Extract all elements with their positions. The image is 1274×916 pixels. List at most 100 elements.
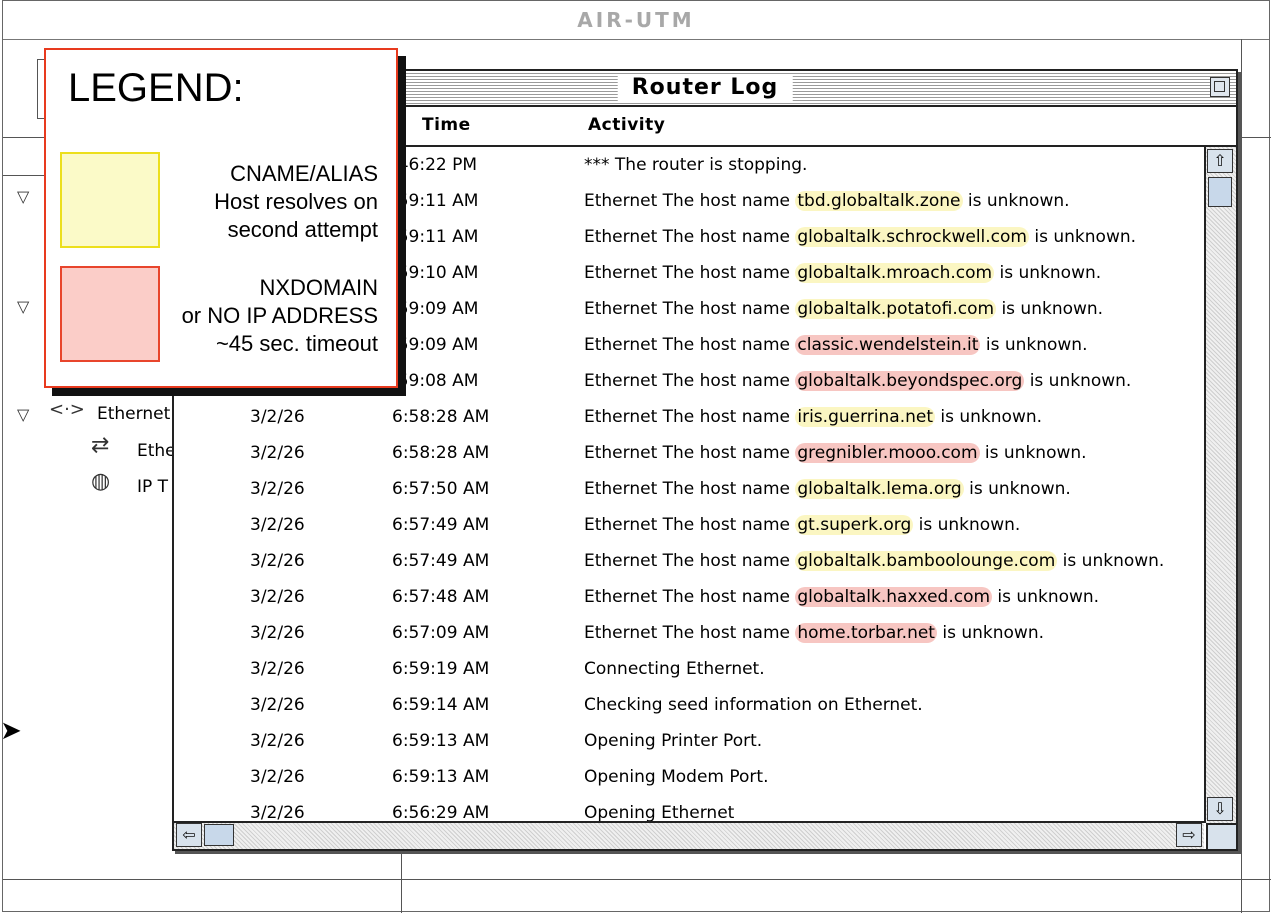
cell-time: :59:10 AM bbox=[392, 263, 479, 283]
table-row[interactable]: 3/2/26 6:57:50 AM Ethernet The host name g… bbox=[174, 471, 1204, 507]
tree-item-ip[interactable]: IP T bbox=[137, 477, 168, 497]
cell-time: :59:09 AM bbox=[392, 299, 479, 319]
cell-time: 6:57:49 AM bbox=[392, 515, 490, 535]
cell-activity: Connecting Ethernet. bbox=[584, 659, 765, 679]
activity-text: Ethernet The host name bbox=[584, 227, 796, 247]
host-name: home.torbar.net bbox=[795, 623, 937, 643]
window-title: Router Log bbox=[617, 74, 793, 102]
cell-time: 6:59:13 AM bbox=[392, 767, 490, 787]
cell-activity: Ethernet The host name globaltalk.bamboo… bbox=[584, 551, 1164, 571]
cell-activity: Ethernet The host name globaltalk.lema.o… bbox=[584, 479, 1071, 499]
table-row[interactable]: 3/2/26 6:59:19 AM Connecting Ethernet. bbox=[174, 651, 1204, 687]
cell-time: :59:09 AM bbox=[392, 335, 479, 355]
column-activity[interactable]: Activity bbox=[588, 115, 665, 135]
host-name: tbd.globaltalk.zone bbox=[795, 191, 963, 211]
divider bbox=[401, 853, 402, 913]
host-name: globaltalk.haxxed.com bbox=[795, 587, 993, 607]
host-name: iris.guerrina.net bbox=[795, 407, 935, 427]
activity-suffix: is unknown. bbox=[1028, 227, 1137, 247]
cell-activity: *** The router is stopping. bbox=[584, 155, 807, 175]
activity-text: Ethernet The host name bbox=[584, 515, 796, 535]
activity-text: Opening Printer Port. bbox=[584, 731, 763, 751]
disclosure-triangle-icon[interactable]: ▽ bbox=[17, 187, 29, 206]
cell-date: 3/2/26 bbox=[250, 443, 305, 463]
cell-time: 6:57:09 AM bbox=[392, 623, 490, 643]
disclosure-triangle-icon[interactable]: ▽ bbox=[17, 405, 29, 424]
cell-activity: Ethernet The host name gt.superk.org is … bbox=[584, 515, 1020, 535]
cell-time: 6:57:49 AM bbox=[392, 551, 490, 571]
cell-time: :59:08 AM bbox=[392, 371, 479, 391]
table-row[interactable]: 3/2/26 6:59:13 AM Opening Modem Port. bbox=[174, 759, 1204, 795]
activity-suffix: is unknown. bbox=[980, 335, 1088, 355]
activity-suffix: is unknown. bbox=[979, 443, 1087, 463]
resize-grow-box-icon[interactable] bbox=[1206, 823, 1236, 849]
host-name: gt.superk.org bbox=[795, 515, 914, 535]
activity-text: Ethernet The host name bbox=[584, 191, 796, 211]
cell-date: 3/2/26 bbox=[250, 515, 305, 535]
scroll-thumb[interactable] bbox=[1208, 177, 1232, 207]
scroll-thumb[interactable] bbox=[204, 824, 234, 846]
activity-suffix: is unknown. bbox=[1057, 551, 1165, 571]
activity-text: Ethernet The host name bbox=[584, 587, 796, 607]
cell-time: 6:56:29 AM bbox=[392, 803, 490, 823]
scroll-up-arrow-icon[interactable]: ⇧ bbox=[1207, 149, 1233, 173]
host-name: classic.wendelstein.it bbox=[795, 335, 981, 355]
host-name: gregnibler.mooo.com bbox=[795, 443, 980, 463]
scroll-right-arrow-icon[interactable]: ⇨ bbox=[1176, 823, 1202, 847]
cell-date: 3/2/26 bbox=[250, 407, 305, 427]
cell-date: 3/2/26 bbox=[250, 587, 305, 607]
activity-text: Ethernet The host name bbox=[584, 443, 796, 463]
cell-date: 3/2/26 bbox=[250, 695, 305, 715]
legend-swatch-yellow bbox=[60, 152, 160, 248]
cell-time: :59:11 AM bbox=[392, 227, 479, 247]
table-row[interactable]: 3/2/26 6:57:49 AM Ethernet The host name g… bbox=[174, 543, 1204, 579]
window-title[interactable]: AIR-UTM bbox=[3, 1, 1269, 40]
horizontal-scrollbar[interactable]: ⇦ ⇨ bbox=[174, 821, 1204, 849]
tree-item-ethernet[interactable]: Ethernet bbox=[97, 404, 170, 424]
table-row[interactable]: 3/2/26 6:57:49 AM Ethernet The host name g… bbox=[174, 507, 1204, 543]
column-time[interactable]: Time bbox=[422, 115, 471, 135]
activity-text: Ethernet The host name bbox=[584, 407, 796, 427]
cell-date: 3/2/26 bbox=[250, 659, 305, 679]
table-row[interactable]: 3/2/26 6:59:13 AM Opening Printer Port. bbox=[174, 723, 1204, 759]
activity-text: Checking seed information on Ethernet. bbox=[584, 695, 923, 715]
cell-date: 3/2/26 bbox=[250, 479, 305, 499]
host-name: globaltalk.beyondspec.org bbox=[795, 371, 1025, 391]
legend-line: NXDOMAIN bbox=[259, 275, 378, 300]
globe-icon: ◍ bbox=[91, 469, 111, 494]
activity-suffix: is unknown. bbox=[994, 263, 1102, 283]
cell-activity: Ethernet The host name tbd.globaltalk.zo… bbox=[584, 191, 1070, 211]
table-row[interactable]: 3/2/26 6:58:28 AM Ethernet The host name g… bbox=[174, 435, 1204, 471]
table-row[interactable]: 3/2/26 6:57:09 AM Ethernet The host name h… bbox=[174, 615, 1204, 651]
scroll-left-arrow-icon[interactable]: ⇦ bbox=[176, 823, 202, 847]
transfer-arrows-icon: ⇄ bbox=[91, 433, 110, 458]
table-row[interactable]: 3/2/26 6:58:28 AM Ethernet The host name i… bbox=[174, 399, 1204, 435]
cell-activity: Ethernet The host name iris.guerrina.net… bbox=[584, 407, 1042, 427]
cell-activity: Ethernet The host name globaltalk.potato… bbox=[584, 299, 1103, 319]
host-name: globaltalk.lema.org bbox=[795, 479, 964, 499]
table-row[interactable]: 3/2/26 6:59:14 AM Checking seed informatio… bbox=[174, 687, 1204, 723]
legend-panel: LEGEND: CNAME/ALIAS Host resolves on sec… bbox=[44, 48, 398, 388]
activity-text: Ethernet The host name bbox=[584, 623, 796, 643]
legend-text-yellow: CNAME/ALIAS Host resolves on second atte… bbox=[214, 160, 378, 244]
tree-item-ethe[interactable]: Ethe bbox=[137, 441, 176, 461]
activity-suffix: is unknown. bbox=[992, 587, 1100, 607]
activity-text: Ethernet The host name bbox=[584, 335, 796, 355]
cell-activity: Opening Printer Port. bbox=[584, 731, 762, 751]
disclosure-triangle-icon[interactable]: ▽ bbox=[17, 297, 29, 316]
vertical-scrollbar[interactable]: ⇧ ⇩ bbox=[1204, 147, 1236, 823]
cell-activity: Ethernet The host name globaltalk.beyond… bbox=[584, 371, 1131, 391]
table-row[interactable]: 3/2/26 6:57:48 AM Ethernet The host name g… bbox=[174, 579, 1204, 615]
divider bbox=[3, 879, 1271, 880]
cell-time: 6:58:28 AM bbox=[392, 407, 490, 427]
table-row[interactable]: 3/2/26 6:56:29 AM Opening Ethernet bbox=[174, 795, 1204, 823]
cell-activity: Ethernet The host name home.torbar.net i… bbox=[584, 623, 1044, 643]
legend-line: ~45 sec. timeout bbox=[215, 331, 378, 356]
zoom-box-icon[interactable] bbox=[1210, 77, 1230, 97]
cell-date: 3/2/26 bbox=[250, 623, 305, 643]
activity-suffix: is unknown. bbox=[996, 299, 1104, 319]
cell-date: 3/2/26 bbox=[250, 803, 305, 823]
host-name: globaltalk.bamboolounge.com bbox=[795, 551, 1058, 571]
activity-text: Ethernet The host name bbox=[584, 479, 796, 499]
scroll-down-arrow-icon[interactable]: ⇩ bbox=[1207, 797, 1233, 821]
